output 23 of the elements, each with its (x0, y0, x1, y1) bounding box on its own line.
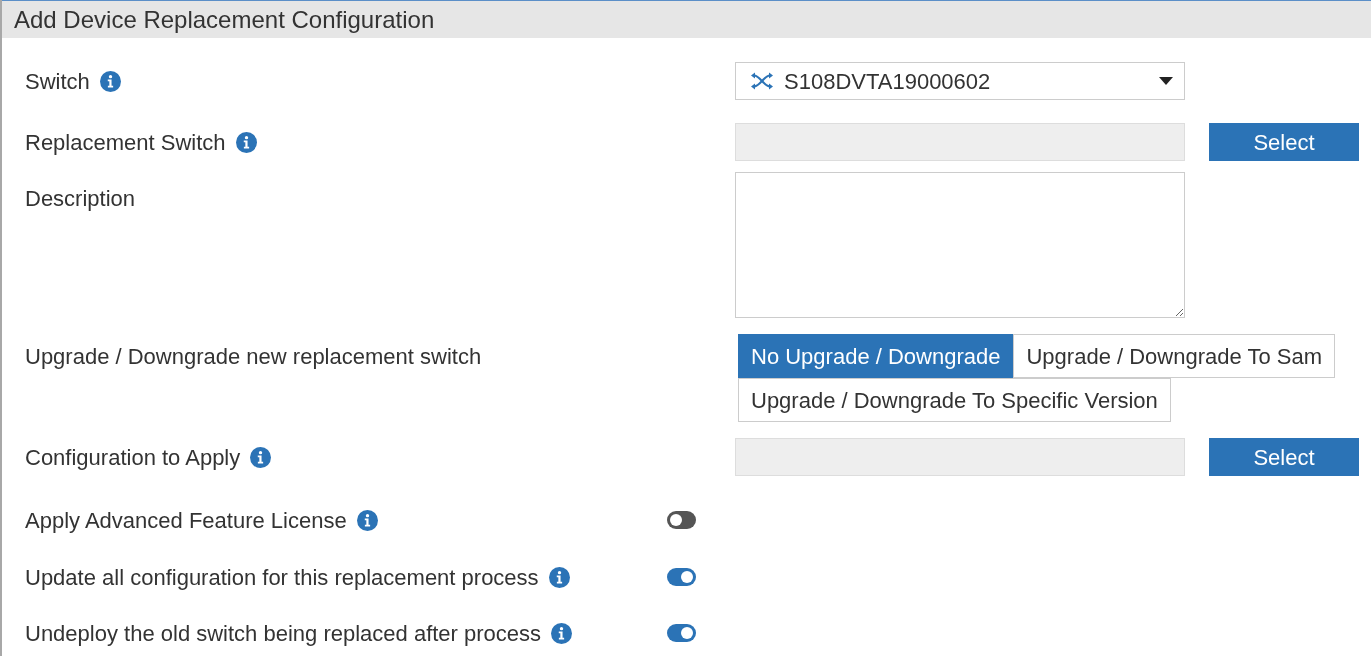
switch-dropdown[interactable]: S108DVTA19000602 (735, 62, 1185, 100)
toggle-switch[interactable] (667, 568, 696, 586)
field-label: Undeploy the old switch being replaced after process (25, 619, 542, 648)
toggle-switch[interactable] (667, 624, 696, 642)
field-label: Upgrade / Downgrade new replacement switch (25, 342, 482, 371)
toggle-switch[interactable] (667, 511, 696, 529)
field-label: Apply Advanced Feature License (25, 506, 347, 535)
select-button[interactable]: Select (1209, 438, 1359, 476)
select-button[interactable]: Select (1209, 123, 1359, 161)
field-label: Replacement Switch (25, 128, 226, 157)
caret-icon (1159, 77, 1173, 85)
field-label: Description (25, 185, 136, 213)
dialog-title: Add Device Replacement Configuration (14, 4, 435, 35)
crossed-arrows-icon (750, 72, 774, 90)
input-field[interactable] (735, 123, 1185, 161)
field-label: Configuration to Apply (25, 443, 241, 472)
option-button[interactable]: Upgrade / Downgrade To Sam (1013, 334, 1336, 378)
input-field[interactable] (735, 438, 1185, 476)
description-field[interactable] (735, 172, 1185, 318)
option-button[interactable]: Upgrade / Downgrade To Specific Version (738, 378, 1171, 422)
field-label: Switch (25, 67, 90, 96)
option-button[interactable]: No Upgrade / Downgrade (738, 334, 1014, 378)
field-label: Update all configuration for this replacement process (25, 563, 539, 592)
